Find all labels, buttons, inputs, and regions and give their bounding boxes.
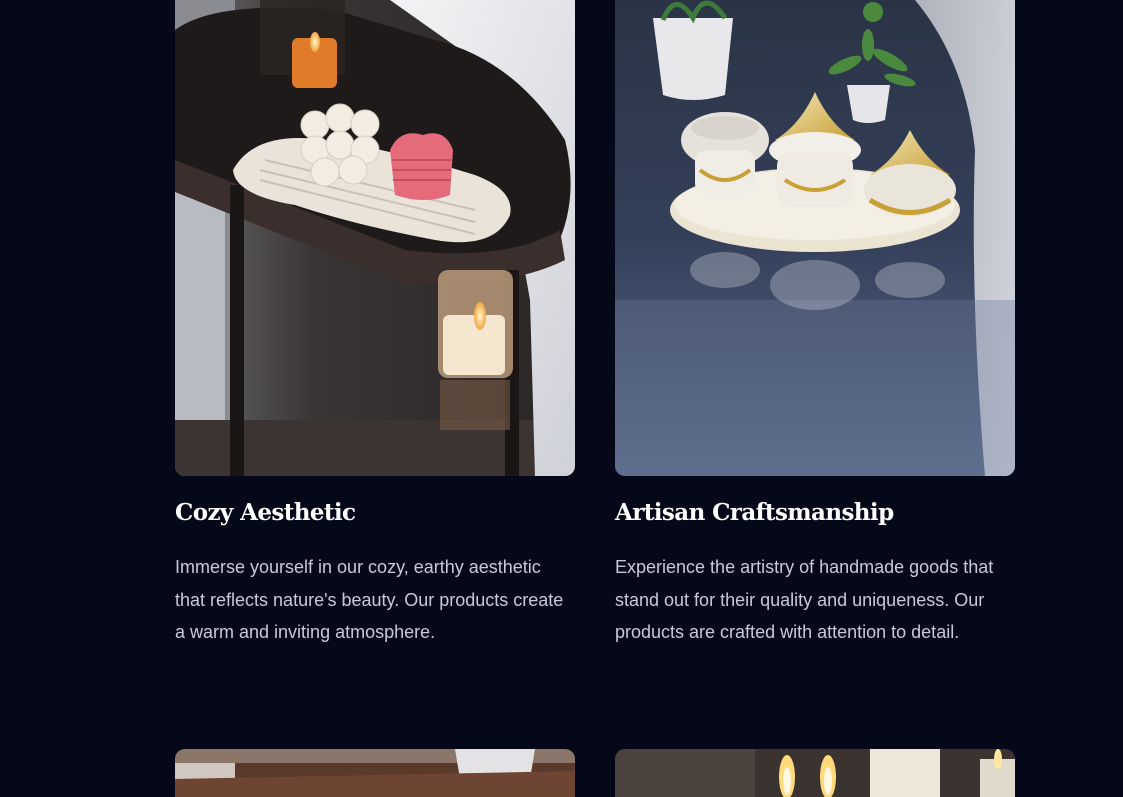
lit-candles-photo [615,749,1015,797]
feature-description: Immerse yourself in our cozy, earthy aes… [175,557,564,642]
feature-card-artisan-craftsmanship: Artisan Craftsmanship Experience the art… [615,0,1015,649]
wooden-table-photo [175,749,575,797]
next-card-image-candles [615,749,1015,797]
artisan-craftsmanship-image [615,0,1015,476]
ceramic-jars-photo [615,0,1015,476]
feature-title: Artisan Craftsmanship [615,499,894,526]
feature-description: Experience the artistry of handmade good… [615,557,994,642]
cozy-aesthetic-image [175,0,575,476]
candle-table-photo [175,0,575,476]
feature-card-cozy-aesthetic: Cozy Aesthetic Immerse yourself in our c… [175,0,575,649]
feature-title: Cozy Aesthetic [175,499,356,526]
next-card-image-wood [175,749,575,797]
